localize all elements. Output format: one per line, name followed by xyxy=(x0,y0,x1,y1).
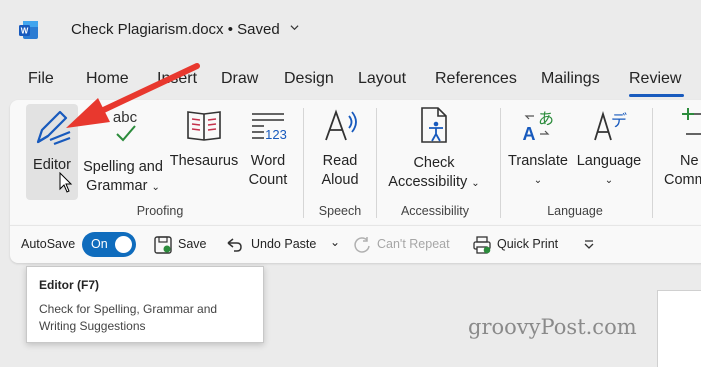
new-comment-icon xyxy=(682,108,701,135)
toggle-knob xyxy=(115,236,132,253)
group-divider xyxy=(303,108,304,218)
translate-label: Translate xyxy=(508,153,568,169)
title-bar: W Check Plagiarism.docx • Saved xyxy=(0,0,701,62)
svg-text:abc: abc xyxy=(113,109,138,126)
new-comment-button[interactable]: Ne Comm xyxy=(660,104,701,190)
svg-text:A: A xyxy=(523,124,536,144)
book-icon xyxy=(187,111,221,141)
tab-layout[interactable]: Layout xyxy=(358,70,406,88)
document-page[interactable] xyxy=(657,290,701,367)
chevron-down-icon xyxy=(290,25,299,31)
speech-group-label: Speech xyxy=(318,204,362,218)
word-count-label-2: Count xyxy=(248,172,288,188)
spelling-grammar-button[interactable]: abc Spelling and Grammar ⌄ xyxy=(80,104,166,197)
quick-print-button[interactable]: Quick Print xyxy=(497,237,558,251)
quick-access-toolbar: AutoSave On Save Undo Paste ⌄ Can't Repe… xyxy=(10,225,701,263)
spelling-label-2: Grammar ⌄ xyxy=(86,178,160,194)
tab-mailings[interactable]: Mailings xyxy=(541,70,600,88)
mouse-cursor-icon xyxy=(59,172,73,193)
group-divider xyxy=(376,108,377,218)
autosave-label: AutoSave xyxy=(21,237,76,251)
thesaurus-label: Thesaurus xyxy=(169,153,239,169)
tab-references[interactable]: References xyxy=(435,70,517,88)
spelling-check-icon: abc xyxy=(113,109,138,142)
read-aloud-label-1: Read xyxy=(322,153,358,169)
check-accessibility-button[interactable]: Check Accessibility ⌄ xyxy=(382,104,486,193)
group-divider xyxy=(500,108,501,218)
proofing-group-label: Proofing xyxy=(136,204,184,218)
language-label: Language xyxy=(576,153,642,169)
toggle-state-text: On xyxy=(91,237,108,251)
language-button[interactable]: デ Language ⌄ xyxy=(572,104,646,190)
word-logo-icon[interactable]: W xyxy=(19,20,39,40)
read-aloud-button[interactable]: Read Aloud xyxy=(312,104,368,190)
editor-pen-icon xyxy=(36,110,71,146)
editor-tooltip: Editor (F7) Check for Spelling, Grammar … xyxy=(26,266,264,343)
check-accessibility-label-2: Accessibility ⌄ xyxy=(388,174,480,190)
dropdown-chevron-icon: ⌄ xyxy=(471,178,480,189)
tooltip-description: Check for Spelling, Grammar and Writing … xyxy=(39,302,218,333)
autosave-toggle[interactable]: On xyxy=(82,232,136,257)
new-comment-label-1: Ne xyxy=(680,153,699,169)
read-aloud-label-2: Aloud xyxy=(321,172,359,188)
accessibility-group-label: Accessibility xyxy=(400,204,470,218)
tooltip-title: Editor (F7) xyxy=(39,278,99,292)
word-count-icon: 123 xyxy=(252,113,287,142)
check-accessibility-label-1: Check xyxy=(413,155,455,171)
tab-review[interactable]: Review xyxy=(629,70,681,88)
tab-home[interactable]: Home xyxy=(86,70,129,88)
document-title[interactable]: Check Plagiarism.docx • Saved xyxy=(71,21,299,38)
tab-file[interactable]: File xyxy=(28,70,54,88)
undo-icon[interactable] xyxy=(225,236,243,254)
document-title-text: Check Plagiarism.docx • Saved xyxy=(71,21,280,38)
read-aloud-icon xyxy=(325,109,357,141)
active-tab-indicator xyxy=(629,94,684,97)
tab-insert[interactable]: Insert xyxy=(157,70,197,88)
translate-button[interactable]: A あ Translate ⌄ xyxy=(504,104,572,190)
thesaurus-button[interactable]: Thesaurus xyxy=(168,104,240,171)
language-icon: デ xyxy=(594,110,627,141)
save-icon[interactable] xyxy=(153,235,173,255)
ribbon: Editor abc Spelling and Grammar ⌄ Thesau… xyxy=(10,100,701,225)
language-group-label: Language xyxy=(547,204,603,218)
dropdown-chevron-icon: ⌄ xyxy=(533,175,543,186)
translate-icon: A あ xyxy=(523,109,555,144)
cant-repeat-button: Can't Repeat xyxy=(377,237,450,251)
svg-text:123: 123 xyxy=(265,127,287,142)
word-count-button[interactable]: 123 Word Count xyxy=(242,104,294,190)
dropdown-chevron-icon: ⌄ xyxy=(604,175,614,186)
svg-text:W: W xyxy=(21,27,29,36)
repeat-icon xyxy=(354,237,370,253)
ribbon-tabs: File Home Insert Draw Design Layout Refe… xyxy=(0,70,701,96)
watermark-logo: groovyPost.com xyxy=(468,315,637,339)
new-comment-label-2: Comm xyxy=(664,172,701,188)
undo-dropdown-chevron-icon[interactable]: ⌄ xyxy=(330,235,340,249)
undo-paste-button[interactable]: Undo Paste xyxy=(251,237,316,251)
svg-text:あ: あ xyxy=(538,109,554,128)
customize-toolbar-icon[interactable] xyxy=(583,239,595,251)
tab-design[interactable]: Design xyxy=(284,70,334,88)
dropdown-chevron-icon: ⌄ xyxy=(151,182,160,193)
quick-print-icon[interactable] xyxy=(472,235,492,255)
accessibility-icon xyxy=(421,107,447,143)
tab-draw[interactable]: Draw xyxy=(221,70,258,88)
save-button[interactable]: Save xyxy=(178,237,207,251)
spelling-label-1: Spelling and xyxy=(83,159,163,175)
svg-text:デ: デ xyxy=(611,111,627,130)
word-count-label-1: Word xyxy=(250,153,286,169)
group-divider xyxy=(652,108,653,218)
